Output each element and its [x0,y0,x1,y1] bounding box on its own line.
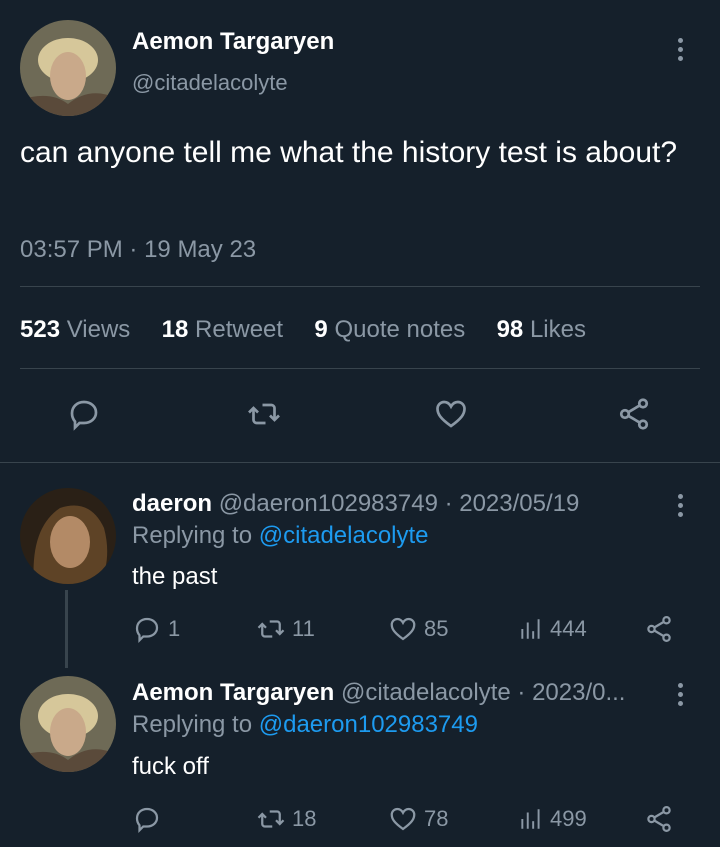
replying-to: Replying to @citadelacolyte [132,522,429,550]
like-icon [390,807,416,831]
view-count: 444 [550,616,587,641]
more-options-icon[interactable] [677,683,685,710]
likes-label: Likes [529,316,586,343]
retweets-stat[interactable]: 18 Retweet [162,316,283,343]
tweet-stats: 523 Views 18 Retweet 9 Quote notes 98 Li… [20,316,586,344]
more-options-icon[interactable] [677,38,685,65]
views-count: 523 [20,316,61,343]
tweet-text: can anyone tell me what the history test… [20,136,678,169]
like-count: 78 [424,806,449,831]
reply-author-name[interactable]: Aemon Targaryen [132,679,334,706]
reply-header: daeron @daeron102983749 · 2023/05/19 [132,490,579,518]
replying-handle-link[interactable]: @daeron102983749 [259,711,478,738]
retweet-count: 18 [161,316,189,343]
like-count: 85 [424,616,449,641]
author-name[interactable]: Aemon Targaryen [132,28,334,56]
retweet-button[interactable] [246,396,282,437]
retweet-count: 11 [292,616,315,641]
likes-stat[interactable]: 98 Likes [497,316,586,343]
thread-line [65,590,68,668]
tweet-timestamp[interactable]: 03:57 PM · 19 May 23 [20,236,256,264]
divider [20,286,700,287]
avatar[interactable] [20,676,116,772]
like-button[interactable]: 78 [388,804,448,834]
quotes-stat[interactable]: 9 Quote notes [314,316,465,343]
views-icon [521,619,540,639]
view-count: 499 [550,806,587,831]
views-button[interactable]: 499 [518,804,587,834]
tweet-time: 03:57 PM [20,236,123,263]
avatar[interactable] [20,488,116,584]
author-handle[interactable]: @citadelacolyte [132,70,288,96]
views-label: Views [66,316,131,343]
retweet-label: Retweet [195,316,284,343]
reply-header: Aemon Targaryen @citadelacolyte · 2023/0… [132,679,625,707]
replying-prefix: Replying to [132,522,253,549]
reply-text: the past [132,563,218,590]
replying-to: Replying to @daeron102983749 [132,711,478,739]
retweet-icon [257,620,285,638]
share-icon [619,398,649,430]
retweet-count: 18 [292,806,317,831]
reply-button[interactable] [66,396,102,437]
share-icon [647,616,671,642]
reply-author-name[interactable]: daeron [132,490,212,517]
views-stat[interactable]: 523 Views [20,316,130,343]
retweet-icon [257,810,285,828]
reply-icon [135,807,159,833]
views-button[interactable]: 444 [518,614,587,644]
quote-label: Quote notes [334,316,466,343]
tweet-date: 19 May 23 [144,236,257,263]
views-icon [521,809,540,829]
reply-count: 1 [168,616,181,641]
divider [20,368,700,369]
reply-meta[interactable]: @daeron102983749 · 2023/05/19 [219,490,580,517]
quote-count: 9 [314,316,328,343]
like-button[interactable] [433,396,469,437]
reply-button[interactable]: 1 [132,614,180,644]
divider [0,462,720,463]
replying-handle-link[interactable]: @citadelacolyte [259,522,429,549]
share-icon [647,806,671,832]
retweet-button[interactable]: 11 [256,614,315,644]
avatar[interactable] [20,20,116,116]
reply-meta[interactable]: @citadelacolyte · 2023/0... [341,679,626,706]
retweet-button[interactable]: 18 [256,804,316,834]
share-button[interactable] [644,614,674,649]
like-button[interactable]: 85 [388,614,448,644]
more-options-icon[interactable] [677,494,685,521]
share-button[interactable] [616,396,652,437]
tweet-separator: · [129,236,138,263]
like-icon [436,400,466,428]
replying-prefix: Replying to [132,711,253,738]
likes-count: 98 [496,316,524,343]
reply-icon [135,617,159,643]
reply-text: fuck off [132,753,209,780]
reply-icon [70,400,98,431]
share-button[interactable] [644,804,674,839]
like-icon [390,617,416,641]
reply-button[interactable] [132,804,168,834]
retweet-icon [248,403,280,425]
